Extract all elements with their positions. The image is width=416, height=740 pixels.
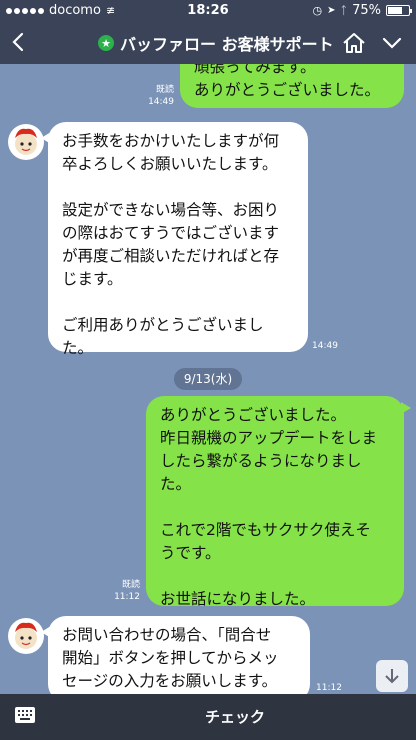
chat-title-text: バッファロー お客様サポート — [120, 35, 334, 54]
keyboard-button[interactable] — [14, 706, 36, 724]
avatar[interactable] — [8, 124, 44, 160]
message-time: 11:12 — [316, 683, 342, 693]
bottom-bar: チェック — [0, 694, 416, 740]
chat-title[interactable]: ★ バッファロー お客様サポート — [98, 31, 334, 55]
chat-header: ★ バッファロー お客様サポート — [0, 22, 416, 64]
status-right: ◷ ➤ ᛏ 75% — [312, 3, 412, 18]
message-time: 11:12 — [114, 592, 140, 602]
check-button[interactable]: チェック — [54, 694, 416, 740]
scroll-to-bottom-button[interactable] — [376, 660, 408, 692]
message-bubble-outgoing[interactable]: 頑張ってみます。 ありがとうございました。 — [180, 64, 411, 108]
message-bubble-incoming[interactable]: お問い合わせの場合、「問合せ 開始」ボタンを押してからメッ セージの入力をお願い… — [41, 616, 310, 694]
message-meta: 既読 11:12 — [106, 579, 140, 603]
keyboard-icon — [15, 707, 35, 723]
message-time: 14:49 — [312, 341, 338, 351]
alarm-icon: ◷ — [312, 4, 323, 17]
battery-percent: 75% — [352, 3, 381, 18]
date-divider: 9/13(水) — [174, 368, 242, 390]
location-icon: ➤ — [327, 5, 336, 16]
message-bubble-outgoing[interactable]: ありがとうございました。 昨日親機のアップデートをしま したら繋がるようになりま… — [146, 396, 411, 608]
message-bubble-incoming[interactable]: お手数をおかけいたしますが何 卒よろしくお願いいたします。 設定ができない場合等… — [41, 122, 308, 357]
battery-icon — [386, 5, 412, 16]
avatar[interactable] — [8, 618, 44, 654]
bluetooth-icon: ᛏ — [340, 4, 348, 17]
mascot-avatar-icon — [15, 128, 37, 155]
status-bar: docomo ≇ 18:26 ◷ ➤ ᛏ 75% — [0, 0, 416, 22]
home-icon — [343, 33, 365, 53]
chat-area[interactable]: 既読 14:49 頑張ってみます。 ありがとうございました。 お手数をおかけいた… — [0, 64, 416, 694]
arrow-down-icon — [385, 669, 399, 684]
mascot-avatar-icon — [15, 622, 37, 649]
back-button[interactable] — [6, 28, 32, 56]
back-chevron-icon — [12, 32, 24, 52]
star-badge-icon: ★ — [98, 35, 114, 51]
message-time: 14:49 — [148, 97, 174, 107]
home-button[interactable] — [340, 29, 368, 57]
read-receipt: 既読 — [155, 85, 174, 95]
chevron-down-icon — [382, 37, 402, 49]
menu-toggle-button[interactable] — [378, 30, 406, 56]
read-receipt: 既読 — [121, 580, 140, 590]
message-meta: 既読 14:49 — [140, 84, 174, 108]
